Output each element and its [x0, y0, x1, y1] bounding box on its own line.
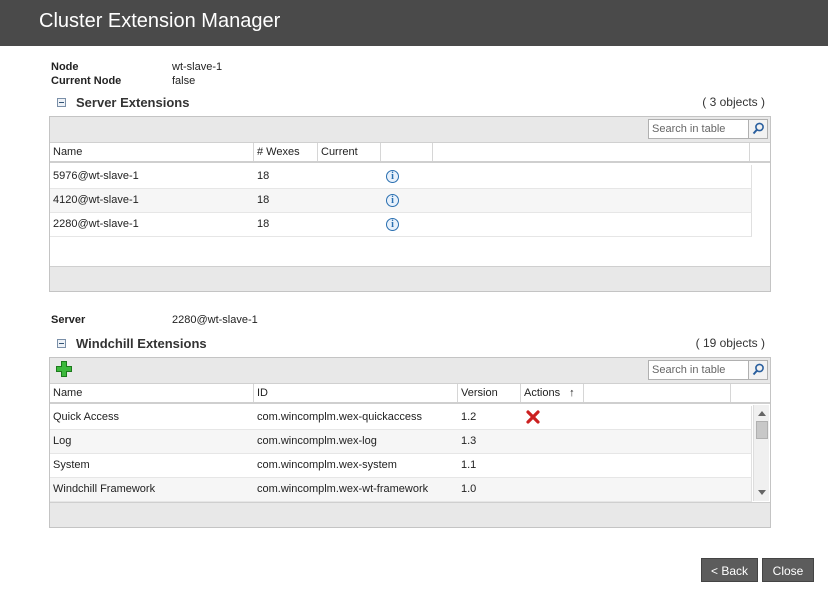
- row-name: Windchill Framework: [53, 483, 156, 495]
- table-row[interactable]: Log com.wincomplm.wex-log 1.3: [50, 430, 752, 454]
- column-header-current[interactable]: Current: [318, 143, 381, 161]
- row-name: Quick Access: [53, 411, 120, 423]
- table-row[interactable]: System com.wincomplm.wex-system 1.1: [50, 454, 752, 478]
- server-extensions-search-input[interactable]: [649, 120, 749, 138]
- column-header-actions[interactable]: Actions ↑: [521, 384, 584, 402]
- table-row[interactable]: Windchill Framework com.wincomplm.wex-wt…: [50, 478, 752, 502]
- current-node-label: Current Node: [51, 75, 122, 87]
- table-row[interactable]: 2280@wt-slave-1 18 i: [50, 213, 752, 237]
- row-name: Log: [53, 435, 72, 447]
- info-icon[interactable]: i: [386, 170, 399, 183]
- row-version: 1.1: [461, 459, 477, 471]
- row-wexes: 18: [257, 194, 270, 206]
- row-wexes: 18: [257, 218, 270, 230]
- column-header-version[interactable]: Version: [458, 384, 521, 402]
- scroll-down-arrow[interactable]: [758, 490, 766, 495]
- node-value: wt-slave-1: [172, 61, 223, 73]
- column-header-actions[interactable]: [381, 143, 433, 161]
- server-label: Server: [51, 314, 86, 326]
- row-version: 1.2: [461, 411, 477, 423]
- info-icon[interactable]: i: [386, 194, 399, 207]
- window-titlebar: Cluster Extension Manager: [0, 0, 828, 46]
- table-row[interactable]: Quick Access com.wincomplm.wex-quickacce…: [50, 406, 752, 430]
- row-name: System: [53, 459, 90, 471]
- scroll-thumb[interactable]: [756, 421, 768, 439]
- column-header-id[interactable]: ID: [254, 384, 458, 402]
- row-name: 5976@wt-slave-1: [53, 170, 139, 182]
- row-name: 2280@wt-slave-1: [53, 218, 139, 230]
- server-extensions-toolbar: [50, 117, 770, 143]
- windchill-extensions-search-button[interactable]: [748, 361, 767, 379]
- windchill-extensions-count: ( 19 objects ): [695, 336, 765, 350]
- info-icon[interactable]: i: [386, 218, 399, 231]
- table-row[interactable]: 5976@wt-slave-1 18 i: [50, 165, 752, 189]
- column-header-filler: [433, 143, 750, 161]
- close-button[interactable]: Close: [762, 558, 814, 582]
- windchill-extensions-search-input[interactable]: [649, 361, 749, 379]
- windchill-extensions-collapse-toggle[interactable]: [57, 339, 66, 348]
- back-button[interactable]: < Back: [701, 558, 758, 582]
- current-node-value: false: [172, 75, 196, 87]
- column-header-wexes[interactable]: # Wexes: [254, 143, 318, 161]
- column-header-actions-label: Actions: [524, 387, 561, 399]
- windchill-extensions-title: Windchill Extensions: [76, 336, 207, 351]
- server-extensions-title: Server Extensions: [76, 95, 190, 110]
- windchill-extensions-footer: [50, 502, 770, 527]
- server-extensions-header: Server Extensions ( 3 objects ): [57, 95, 771, 111]
- column-header-name[interactable]: Name: [50, 384, 254, 402]
- server-extensions-search-button[interactable]: [748, 120, 767, 138]
- windchill-extensions-scrollbar[interactable]: [753, 405, 769, 501]
- node-label: Node: [51, 61, 79, 73]
- window-title: Cluster Extension Manager: [39, 10, 281, 32]
- row-wexes: 18: [257, 170, 270, 182]
- windchill-extensions-toolbar: [50, 358, 770, 384]
- row-version: 1.3: [461, 435, 477, 447]
- windchill-extensions-search: [648, 360, 768, 380]
- row-version: 1.0: [461, 483, 477, 495]
- server-extensions-footer: [50, 266, 770, 291]
- row-id: com.wincomplm.wex-log: [257, 435, 377, 447]
- server-extensions-count: ( 3 objects ): [702, 95, 765, 109]
- column-header-name[interactable]: Name: [50, 143, 254, 161]
- table-row[interactable]: 4120@wt-slave-1 18 i: [50, 189, 752, 213]
- column-header-filler: [584, 384, 731, 402]
- windchill-extensions-header: Windchill Extensions ( 19 objects ): [57, 336, 771, 352]
- server-value: 2280@wt-slave-1: [172, 314, 258, 326]
- server-extensions-search: [648, 119, 768, 139]
- delete-icon[interactable]: [526, 410, 540, 424]
- plus-icon: [56, 361, 72, 377]
- row-id: com.wincomplm.wex-quickaccess: [257, 411, 423, 423]
- row-name: 4120@wt-slave-1: [53, 194, 139, 206]
- scroll-up-arrow[interactable]: [758, 411, 766, 416]
- row-id: com.wincomplm.wex-wt-framework: [257, 483, 429, 495]
- add-button[interactable]: [56, 361, 74, 379]
- server-extensions-table: Name # Wexes Current 5976@wt-slave-1 18 …: [49, 116, 771, 292]
- sort-ascending-icon: ↑: [569, 387, 575, 399]
- windchill-extensions-header-row: Name ID Version Actions ↑: [50, 384, 770, 404]
- server-extensions-collapse-toggle[interactable]: [57, 98, 66, 107]
- windchill-extensions-table: Name ID Version Actions ↑ Quick Access c…: [49, 357, 771, 528]
- server-extensions-header-row: Name # Wexes Current: [50, 143, 770, 163]
- row-id: com.wincomplm.wex-system: [257, 459, 397, 471]
- search-icon: [752, 363, 764, 376]
- search-icon: [752, 122, 764, 135]
